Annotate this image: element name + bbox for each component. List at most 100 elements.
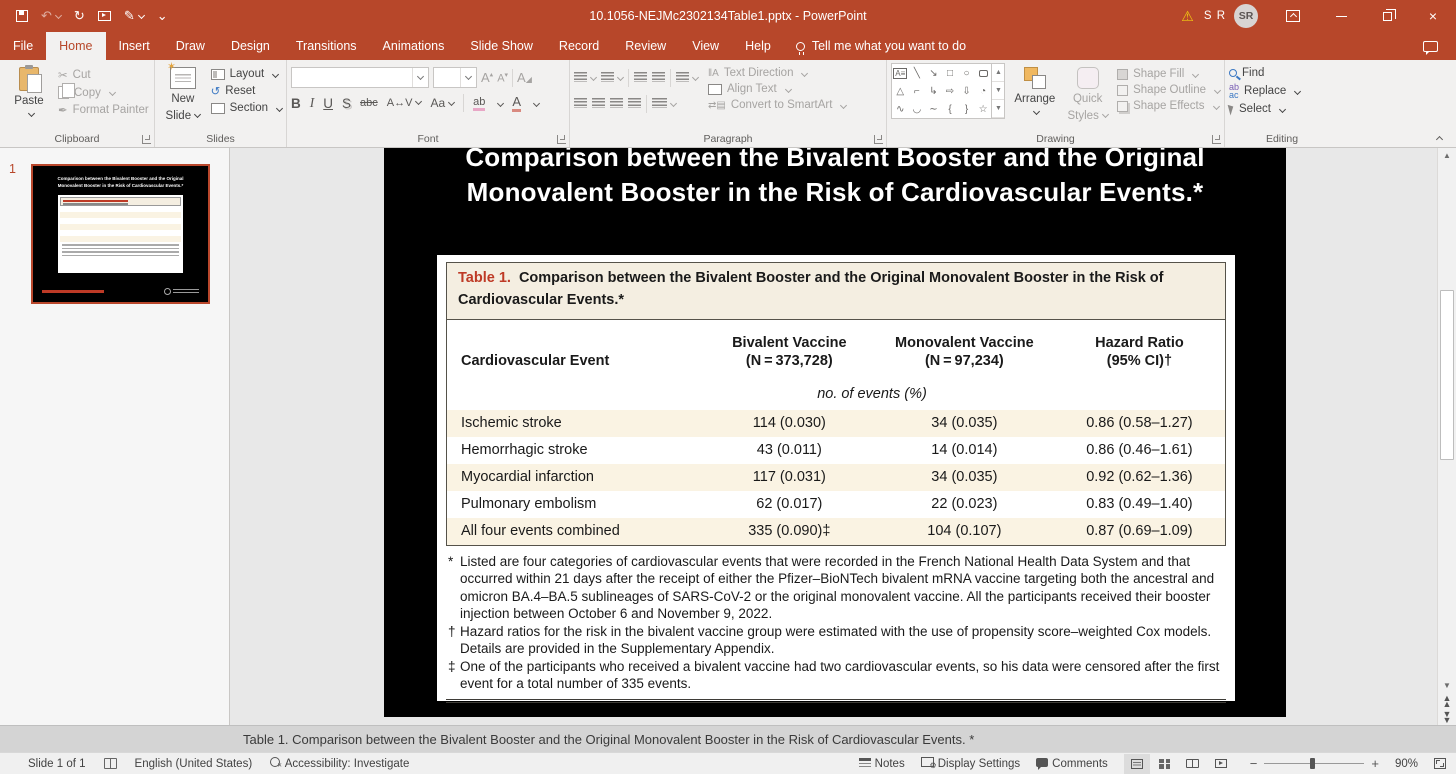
slide-title[interactable]: Comparison between the Bivalent Booster … bbox=[384, 148, 1286, 210]
slide-canvas[interactable]: Comparison between the Bivalent Booster … bbox=[230, 148, 1437, 725]
highlight-color-button[interactable]: ab bbox=[473, 96, 486, 111]
align-right-button[interactable] bbox=[610, 97, 623, 111]
tab-design[interactable]: Design bbox=[218, 32, 283, 60]
paste-button[interactable]: Paste bbox=[4, 63, 54, 131]
character-spacing-button[interactable]: A↔V bbox=[387, 97, 423, 109]
left-brace-shape-icon[interactable]: { bbox=[948, 104, 951, 115]
tab-help[interactable]: Help bbox=[732, 32, 784, 60]
spell-check-icon[interactable] bbox=[103, 758, 117, 769]
strikethrough-button[interactable]: abc bbox=[360, 97, 378, 109]
numbering-button[interactable] bbox=[601, 71, 625, 85]
ribbon-comments-button[interactable] bbox=[1423, 32, 1438, 60]
tab-transitions[interactable]: Transitions bbox=[283, 32, 370, 60]
vertical-scrollbar[interactable]: ▲ ▼ ▲ ▲ ▼ ▼ bbox=[1437, 148, 1456, 725]
copy-button[interactable]: Copy bbox=[58, 82, 149, 99]
shapes-scroll-up[interactable]: ▲ bbox=[992, 64, 1005, 82]
collapse-ribbon-button[interactable] bbox=[1433, 131, 1444, 144]
change-case-button[interactable]: Aa bbox=[430, 96, 456, 110]
undo-icon[interactable]: ↶ bbox=[41, 8, 62, 24]
accessibility-button[interactable]: Accessibility: Investigate bbox=[270, 757, 409, 770]
down-arrow-shape-icon[interactable]: ⇩ bbox=[962, 86, 970, 97]
zoom-slider-thumb[interactable] bbox=[1310, 757, 1316, 769]
align-left-button[interactable] bbox=[574, 97, 587, 111]
redo-icon[interactable]: ↻ bbox=[74, 8, 85, 24]
tab-animations[interactable]: Animations bbox=[370, 32, 458, 60]
font-dialog-launcher[interactable] bbox=[557, 135, 566, 144]
right-arrow-shape-icon[interactable]: ⇨ bbox=[946, 86, 954, 97]
pen-mode-icon[interactable]: ✎ bbox=[124, 8, 145, 24]
close-button[interactable]: × bbox=[1410, 0, 1456, 32]
reset-button[interactable]: ↺ Reset bbox=[211, 84, 282, 98]
nejm-table-image[interactable]: Table 1. Comparison between the Bivalent… bbox=[437, 255, 1235, 703]
find-button[interactable]: Find bbox=[1229, 67, 1335, 79]
slide[interactable]: Comparison between the Bivalent Booster … bbox=[384, 148, 1286, 717]
line-shape-icon[interactable]: ╲ bbox=[914, 68, 920, 79]
notes-pane[interactable]: Table 1. Comparison between the Bivalent… bbox=[0, 725, 1456, 752]
section-button[interactable]: Section bbox=[210, 102, 284, 114]
curve-shape-icon[interactable]: ∼ bbox=[929, 104, 937, 115]
shapes-gallery[interactable]: A≡ ╲ ↘ □ ○ △ ⌐ ↳ ⇨ ⇩ ◔ ∿ ◡ ∼ { } ☆ ▲ ▼ ▼ bbox=[891, 63, 1006, 119]
star-shape-icon[interactable]: ☆ bbox=[979, 104, 988, 115]
decrease-indent-button[interactable] bbox=[634, 71, 647, 85]
arrange-button[interactable]: Arrange bbox=[1011, 63, 1058, 124]
customize-qat-icon[interactable]: ⌄ bbox=[157, 8, 168, 24]
align-center-button[interactable] bbox=[592, 97, 605, 111]
shapes-scroll-down[interactable]: ▼ bbox=[992, 82, 1005, 100]
tab-record[interactable]: Record bbox=[546, 32, 612, 60]
zoom-level[interactable]: 90% bbox=[1395, 758, 1418, 770]
tab-view[interactable]: View bbox=[679, 32, 732, 60]
scroll-down-button[interactable]: ▼ bbox=[1438, 678, 1456, 693]
oval-shape-icon[interactable]: ○ bbox=[964, 68, 970, 79]
increase-indent-button[interactable] bbox=[652, 71, 665, 85]
justify-button[interactable] bbox=[628, 97, 641, 111]
columns-button[interactable] bbox=[652, 97, 678, 111]
shape-outline-button[interactable]: Shape Outline bbox=[1117, 84, 1222, 96]
triangle-shape-icon[interactable]: △ bbox=[896, 86, 904, 97]
normal-view-button[interactable] bbox=[1123, 753, 1150, 774]
next-slide-button[interactable]: ▼ ▼ bbox=[1443, 709, 1452, 725]
tab-home[interactable]: Home bbox=[46, 32, 106, 60]
tab-draw[interactable]: Draw bbox=[163, 32, 218, 60]
previous-slide-button[interactable]: ▲ ▲ bbox=[1443, 693, 1452, 709]
comments-button[interactable]: Comments bbox=[1036, 757, 1108, 770]
bullets-button[interactable] bbox=[574, 71, 598, 85]
pie-shape-icon[interactable]: ◔ bbox=[980, 86, 986, 97]
layout-button[interactable]: Layout bbox=[210, 68, 282, 80]
scrollbar-thumb[interactable] bbox=[1440, 290, 1454, 460]
arc-shape-icon[interactable]: ◡ bbox=[912, 104, 921, 115]
arrow-shape-icon[interactable]: ↘ bbox=[929, 68, 937, 79]
new-slide-button[interactable]: New Slide bbox=[159, 61, 207, 131]
font-size-combo[interactable] bbox=[433, 67, 477, 88]
rounded-rectangle-shape-icon[interactable] bbox=[978, 69, 988, 77]
zoom-out-button[interactable]: − bbox=[1250, 756, 1258, 771]
tell-me-box[interactable]: Tell me what you want to do bbox=[784, 32, 978, 60]
clear-formatting-button[interactable]: A◢ bbox=[517, 70, 532, 85]
convert-smartart-button[interactable]: ⇄▤ Convert to SmartArt bbox=[708, 99, 848, 111]
format-painter-button[interactable]: ✒ Format Painter bbox=[58, 103, 149, 117]
font-color-button[interactable]: A bbox=[512, 94, 522, 112]
elbow-arrow-shape-icon[interactable]: ↳ bbox=[929, 86, 937, 97]
reading-view-button[interactable] bbox=[1180, 754, 1206, 774]
shape-effects-button[interactable]: Shape Effects bbox=[1117, 100, 1220, 112]
textbox-shape-icon[interactable]: A≡ bbox=[893, 67, 908, 79]
line-spacing-button[interactable] bbox=[676, 71, 700, 85]
paragraph-dialog-launcher[interactable] bbox=[874, 135, 883, 144]
avatar[interactable]: SR bbox=[1234, 4, 1258, 28]
notes-button[interactable]: Notes bbox=[858, 757, 905, 770]
tab-insert[interactable]: Insert bbox=[106, 32, 163, 60]
quick-styles-button[interactable]: Quick Styles bbox=[1064, 63, 1111, 124]
warning-icon[interactable]: ⚠ bbox=[1181, 8, 1194, 25]
tab-review[interactable]: Review bbox=[612, 32, 679, 60]
decrease-font-size-button[interactable]: A▾ bbox=[497, 71, 508, 85]
tab-slide-show[interactable]: Slide Show bbox=[457, 32, 546, 60]
shape-fill-button[interactable]: Shape Fill bbox=[1117, 68, 1220, 80]
language-button[interactable]: English (United States) bbox=[135, 758, 253, 770]
increase-font-size-button[interactable]: A▴ bbox=[481, 70, 493, 85]
bold-button[interactable]: B bbox=[291, 96, 301, 111]
right-brace-shape-icon[interactable]: } bbox=[965, 104, 968, 115]
select-button[interactable]: Select bbox=[1227, 103, 1335, 115]
font-name-combo[interactable] bbox=[291, 67, 429, 88]
start-slideshow-icon[interactable] bbox=[97, 11, 111, 21]
restore-button[interactable] bbox=[1364, 0, 1410, 32]
scroll-up-button[interactable]: ▲ bbox=[1438, 148, 1456, 163]
